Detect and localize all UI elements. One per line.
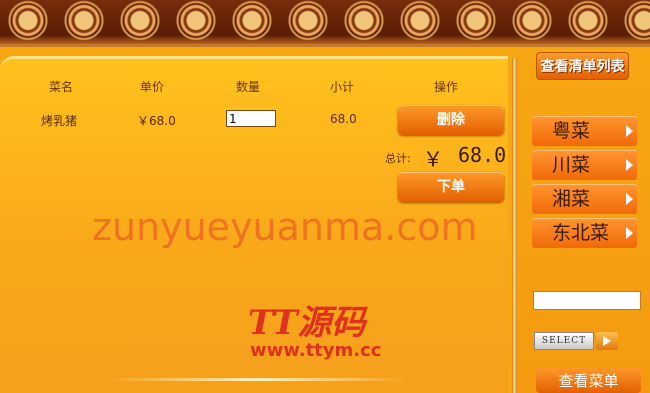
header-qty: 数量 [236,80,261,94]
header-name: 菜名 [49,80,74,94]
banner-ornament [0,0,650,42]
arrow-right-icon [626,227,633,239]
decorative-banner [0,0,650,47]
view-menu-button[interactable]: 查看菜单 [536,367,641,393]
category-sichuan[interactable]: 川菜 [532,150,637,180]
watermark-text: zunyueyuanma.com [92,205,478,249]
view-list-button[interactable]: 查看清单列表 [536,52,629,80]
category-label: 粤菜 [552,120,591,142]
category-label: 东北菜 [552,222,610,244]
total-label: 总计: [385,152,411,165]
header-action: 操作 [434,80,459,94]
item-subtotal: 68.0 [330,112,357,126]
site-logo-url: www.ttym.cc [250,340,382,361]
header-price: 单价 [140,80,165,94]
site-logo: TT源码 [248,303,366,343]
select-button[interactable]: SELECT [534,332,594,350]
category-label: 川菜 [552,154,591,176]
total-currency: ￥ [423,147,443,171]
decorative-line [108,378,408,381]
category-cantonese[interactable]: 粤菜 [532,116,637,146]
header-subtotal: 小计 [330,80,355,94]
category-northeast[interactable]: 东北菜 [532,218,637,248]
search-input[interactable] [533,291,641,310]
total-value: 68.0 [458,143,507,167]
arrow-right-icon [626,159,633,171]
item-name: 烤乳猪 [41,114,78,128]
category-hunan[interactable]: 湘菜 [532,184,637,214]
delete-button[interactable]: 删除 [398,105,504,135]
arrow-right-icon [626,125,633,137]
arrow-right-icon [626,193,633,205]
play-arrow-icon[interactable] [596,332,618,350]
category-label: 湘菜 [552,188,591,210]
item-price: ￥68.0 [137,114,176,128]
order-button[interactable]: 下单 [398,172,504,202]
quantity-input[interactable] [226,110,276,127]
